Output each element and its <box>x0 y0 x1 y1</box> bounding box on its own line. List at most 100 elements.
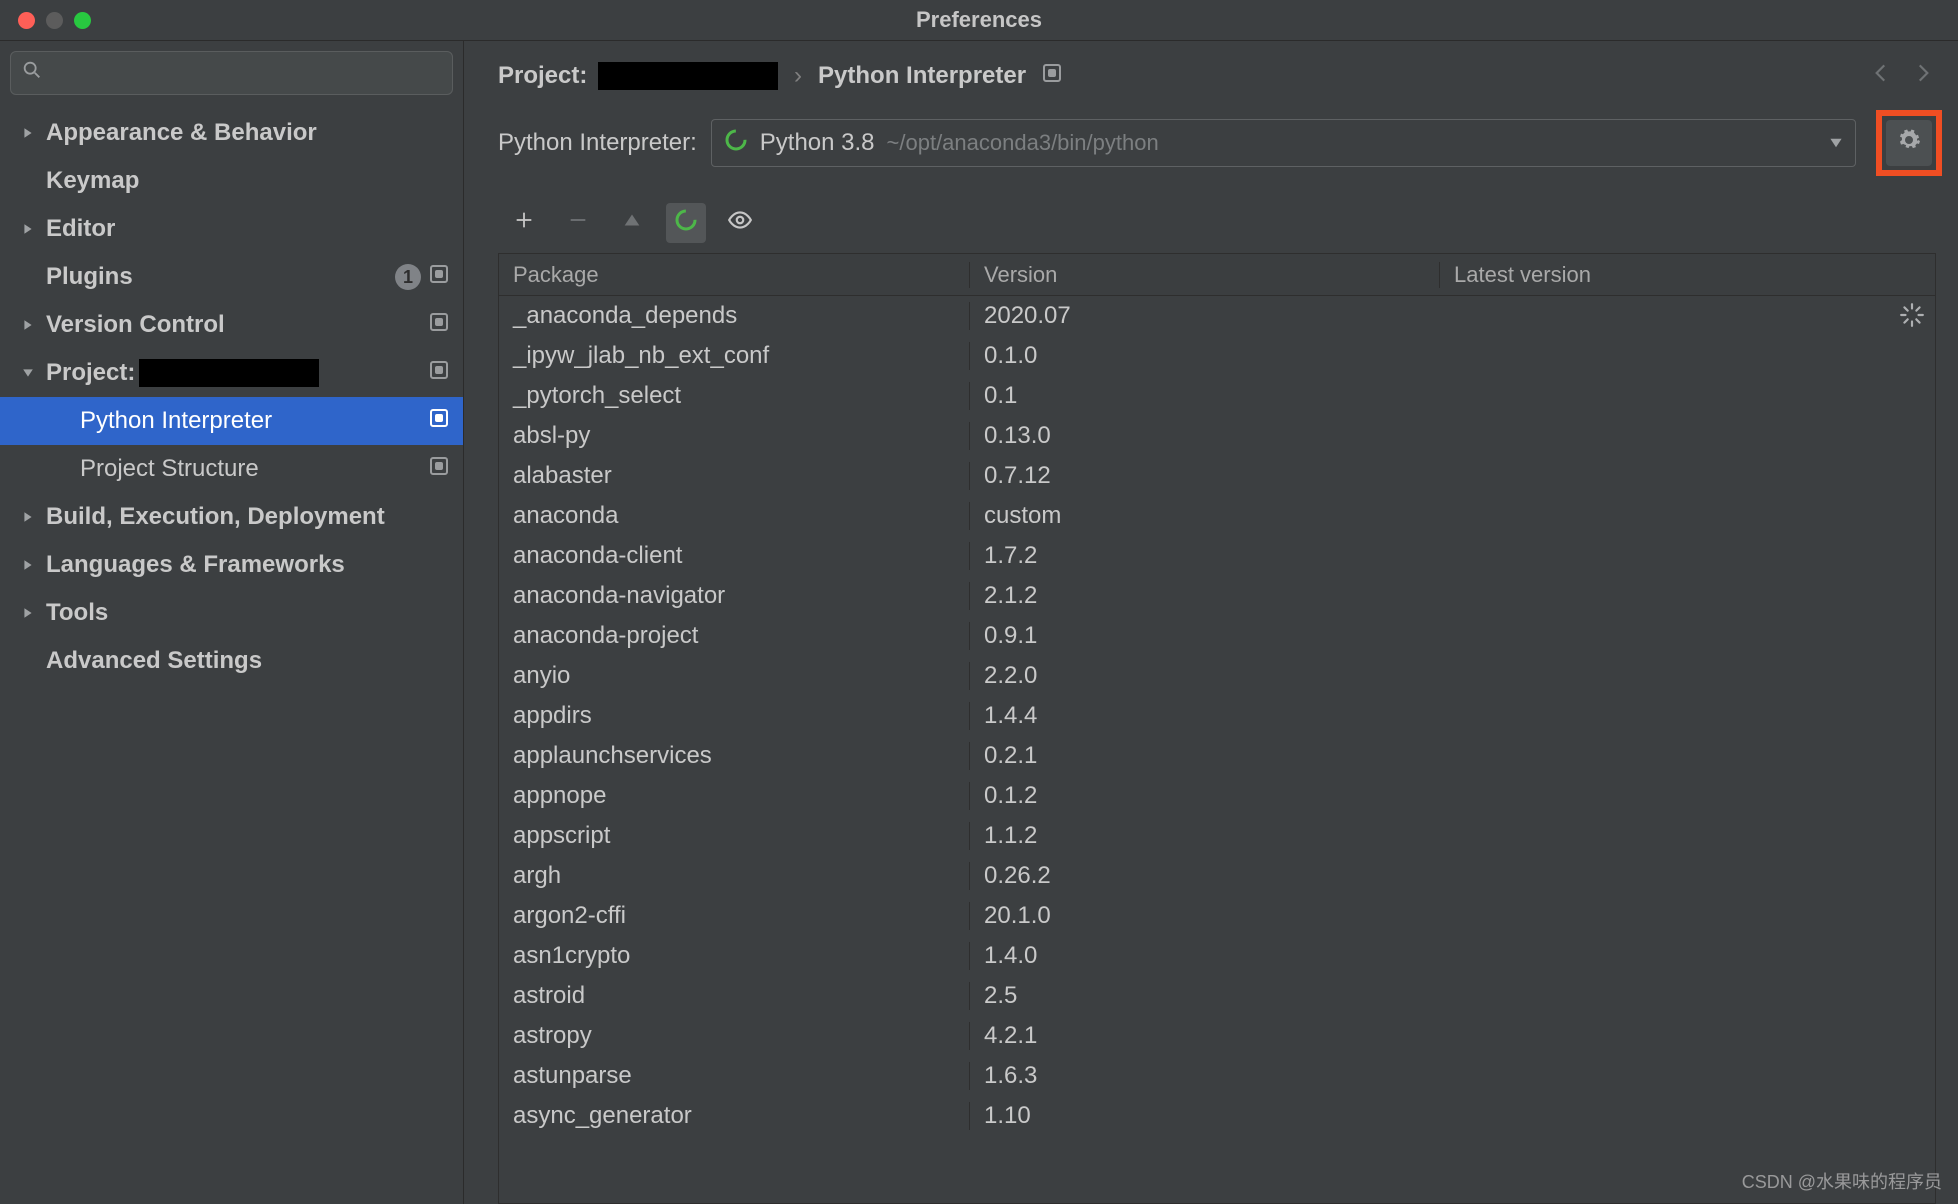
cell-version: 2020.07 <box>969 302 1439 330</box>
table-row[interactable]: _pytorch_select0.1 <box>499 376 1935 416</box>
search-icon <box>21 59 43 87</box>
cell-version: 1.7.2 <box>969 542 1439 570</box>
forward-button[interactable] <box>1910 60 1936 93</box>
table-row[interactable]: _ipyw_jlab_nb_ext_conf0.1.0 <box>499 336 1935 376</box>
table-row[interactable]: argh0.26.2 <box>499 856 1935 896</box>
cell-version: 0.1.2 <box>969 782 1439 810</box>
use-conda-button[interactable] <box>666 203 706 243</box>
cell-package: astunparse <box>499 1062 969 1090</box>
cell-version: 0.7.12 <box>969 462 1439 490</box>
conda-icon <box>724 128 748 158</box>
table-row[interactable]: astroid2.5 <box>499 976 1935 1016</box>
table-row[interactable]: astropy4.2.1 <box>499 1016 1935 1056</box>
cell-package: argh <box>499 862 969 890</box>
chevron-right-icon <box>20 511 36 523</box>
sidebar-item-version-control[interactable]: Version Control <box>0 301 463 349</box>
cell-package: alabaster <box>499 462 969 490</box>
breadcrumb-project: Project: <box>498 62 778 91</box>
sidebar-item-project-structure[interactable]: Project Structure <box>0 445 463 493</box>
loading-spinner-icon <box>1899 302 1925 335</box>
table-row[interactable]: _anaconda_depends2020.07 <box>499 296 1935 336</box>
cell-package: async_generator <box>499 1102 969 1130</box>
header-latest[interactable]: Latest version <box>1439 262 1935 288</box>
cell-version: 0.26.2 <box>969 862 1439 890</box>
interpreter-name: Python 3.8 <box>760 129 875 157</box>
upgrade-package-button[interactable] <box>612 203 652 243</box>
cell-package: appdirs <box>499 702 969 730</box>
table-row[interactable]: anyio2.2.0 <box>499 656 1935 696</box>
sidebar-item-keymap[interactable]: Keymap <box>0 157 463 205</box>
cell-package: argon2-cffi <box>499 902 969 930</box>
cell-version: 1.6.3 <box>969 1062 1439 1090</box>
cell-package: absl-py <box>499 422 969 450</box>
titlebar: Preferences <box>0 0 1958 40</box>
sidebar-item-editor[interactable]: Editor <box>0 205 463 253</box>
cell-version: 0.2.1 <box>969 742 1439 770</box>
cell-package: astropy <box>499 1022 969 1050</box>
main-panel: Project: › Python Interpreter Python Int… <box>464 41 1958 1204</box>
packages-table: Package Version Latest version _anaconda… <box>498 253 1936 1204</box>
table-row[interactable]: anaconda-project0.9.1 <box>499 616 1935 656</box>
table-row[interactable]: astunparse1.6.3 <box>499 1056 1935 1096</box>
show-early-releases-button[interactable] <box>720 203 760 243</box>
add-package-button[interactable] <box>504 203 544 243</box>
table-row[interactable]: anaconda-client1.7.2 <box>499 536 1935 576</box>
cell-version: 0.1.0 <box>969 342 1439 370</box>
cell-version: 4.2.1 <box>969 1022 1439 1050</box>
sidebar-item-tools[interactable]: Tools <box>0 589 463 637</box>
settings-tree: Appearance & Behavior Keymap Editor Plug… <box>0 105 463 685</box>
search-input-wrapper[interactable] <box>10 51 453 95</box>
table-row[interactable]: appdirs1.4.4 <box>499 696 1935 736</box>
sidebar-item-build-execution-deployment[interactable]: Build, Execution, Deployment <box>0 493 463 541</box>
cell-version: 2.2.0 <box>969 662 1439 690</box>
cell-version: custom <box>969 502 1439 530</box>
table-row[interactable]: anaconda-navigator2.1.2 <box>499 576 1935 616</box>
table-body[interactable]: _anaconda_depends2020.07_ipyw_jlab_nb_ex… <box>499 296 1935 1203</box>
sidebar-item-plugins[interactable]: Plugins 1 <box>0 253 463 301</box>
header-package[interactable]: Package <box>499 262 969 288</box>
eye-icon <box>727 207 753 239</box>
cell-package: astroid <box>499 982 969 1010</box>
table-row[interactable]: anacondacustom <box>499 496 1935 536</box>
header-version[interactable]: Version <box>969 262 1439 288</box>
interpreter-picker-row: Python Interpreter: Python 3.8 ~/opt/ana… <box>498 111 1936 175</box>
cell-package: _pytorch_select <box>499 382 969 410</box>
chevron-right-icon <box>20 319 36 331</box>
table-row[interactable]: appscript1.1.2 <box>499 816 1935 856</box>
cell-package: asn1crypto <box>499 942 969 970</box>
minus-icon <box>567 209 589 237</box>
table-row[interactable]: alabaster0.7.12 <box>499 456 1935 496</box>
interpreter-settings-button[interactable] <box>1886 120 1932 166</box>
interpreter-label: Python Interpreter: <box>498 129 697 157</box>
package-toolbar <box>498 199 1936 247</box>
cell-version: 0.13.0 <box>969 422 1439 450</box>
sidebar-item-python-interpreter[interactable]: Python Interpreter <box>0 397 463 445</box>
chevron-right-icon <box>20 607 36 619</box>
table-row[interactable]: appnope0.1.2 <box>499 776 1935 816</box>
cell-package: _anaconda_depends <box>499 302 969 330</box>
table-row[interactable]: absl-py0.13.0 <box>499 416 1935 456</box>
search-input[interactable] <box>49 62 442 85</box>
settings-group-icon <box>429 264 449 290</box>
cell-package: _ipyw_jlab_nb_ext_conf <box>499 342 969 370</box>
breadcrumb-current: Python Interpreter <box>818 62 1026 90</box>
chevron-down-icon <box>20 367 36 379</box>
breadcrumb: Project: › Python Interpreter <box>498 41 1936 111</box>
sidebar-item-languages-frameworks[interactable]: Languages & Frameworks <box>0 541 463 589</box>
settings-group-icon <box>429 360 449 386</box>
table-row[interactable]: asn1crypto1.4.0 <box>499 936 1935 976</box>
dropdown-icon <box>1829 130 1843 156</box>
cell-package: anaconda-project <box>499 622 969 650</box>
table-row[interactable]: argon2-cffi20.1.0 <box>499 896 1935 936</box>
cell-version: 1.4.0 <box>969 942 1439 970</box>
table-row[interactable]: applaunchservices0.2.1 <box>499 736 1935 776</box>
remove-package-button[interactable] <box>558 203 598 243</box>
sidebar-item-project[interactable]: Project: <box>0 349 463 397</box>
sidebar-item-appearance-behavior[interactable]: Appearance & Behavior <box>0 109 463 157</box>
cell-version: 20.1.0 <box>969 902 1439 930</box>
back-button[interactable] <box>1868 60 1894 93</box>
table-row[interactable]: async_generator1.10 <box>499 1096 1935 1136</box>
interpreter-combobox[interactable]: Python 3.8 ~/opt/anaconda3/bin/python <box>711 119 1856 167</box>
sidebar-item-advanced-settings[interactable]: Advanced Settings <box>0 637 463 685</box>
cell-version: 1.1.2 <box>969 822 1439 850</box>
